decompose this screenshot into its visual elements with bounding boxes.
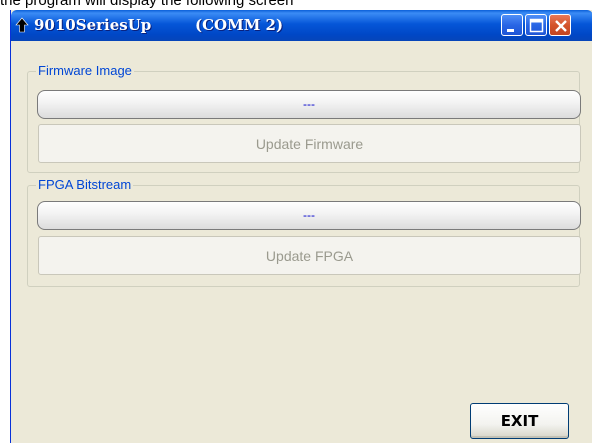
background-text: the program will display the following s… [0,0,294,9]
maximize-button[interactable] [525,14,547,36]
title-bar[interactable]: 9010SeriesUp (COMM 2) [11,10,592,41]
firmware-progress-bar: --- [37,90,581,119]
window-comm-port: (COMM 2) [195,16,284,34]
close-icon [555,20,567,32]
firmware-group-label: Firmware Image [36,63,134,78]
app-window: 9010SeriesUp (COMM 2) Firmware Image FPG… [10,10,592,443]
exit-button[interactable]: EXIT [470,403,569,439]
close-button[interactable] [549,14,571,36]
update-firmware-button[interactable]: Update Firmware [38,124,581,163]
update-fpga-button[interactable]: Update FPGA [38,236,581,275]
minimize-button[interactable] [501,14,523,36]
minimize-icon [507,29,514,32]
fpga-progress-bar: --- [37,201,581,230]
window-title: 9010SeriesUp [34,16,152,34]
app-arrow-icon [15,17,29,33]
maximize-icon [529,18,544,33]
firmware-progress-text: --- [303,97,315,111]
fpga-group-label: FPGA Bitstream [36,177,134,192]
background-document-text: the program will display the following s… [0,0,592,10]
fpga-progress-text: --- [303,208,315,222]
